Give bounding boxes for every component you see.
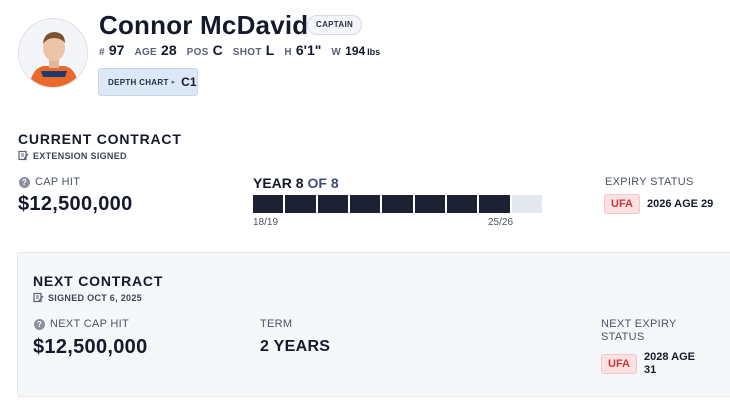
progress-segment	[349, 195, 381, 213]
next-expiry-label-line1: NEXT EXPIRY	[601, 318, 677, 330]
player-avatar	[18, 18, 88, 88]
age-value: 28	[161, 42, 177, 58]
progress-segment	[414, 195, 445, 213]
cap-hit-label-text: CAP HIT	[35, 176, 81, 188]
term-label: TERM	[260, 318, 293, 330]
progress-segment	[317, 195, 348, 213]
cap-hit-value: $12,500,000	[18, 193, 133, 215]
next-expiry-text-line2: 31	[644, 364, 657, 376]
age-label: AGE	[134, 47, 158, 58]
position-label: POS	[186, 47, 209, 58]
ufa-badge: UFA	[604, 194, 640, 214]
question-circle-icon[interactable]: ?	[34, 318, 45, 330]
player-name: Connor McDavid	[99, 10, 309, 40]
next-expiry-label-line2: STATUS	[601, 331, 645, 343]
next-cap-hit-label-text: NEXT CAP HIT	[50, 318, 129, 330]
depth-chart-label: DEPTH CHART	[108, 77, 169, 87]
jersey-number: 97	[108, 42, 125, 58]
contract-progress-bar	[253, 195, 542, 213]
progress-segment	[446, 195, 478, 213]
expiry-status-text: 2026 AGE 29	[647, 197, 714, 210]
year-current: 8	[295, 175, 304, 191]
term-value: 2 YEARS	[260, 338, 331, 355]
cap-hit-label: ? CAP HIT	[19, 176, 80, 188]
signed-document-icon	[18, 150, 29, 161]
end-season-label: 25/26	[488, 217, 514, 228]
next-expiry-text-line1: 2028 AGE	[644, 351, 695, 363]
next-expiry-status-text: 2028 AGE 31	[644, 351, 695, 377]
year-label: YEAR	[253, 175, 292, 191]
depth-chart-value: C1	[181, 75, 197, 89]
signed-date-text: SIGNED OCT 6, 2025	[48, 292, 142, 303]
next-cap-hit-value: $12,500,000	[33, 336, 148, 358]
progress-segment	[511, 195, 542, 213]
current-contract-title: CURRENT CONTRACT	[18, 131, 182, 147]
year-of: OF	[307, 175, 327, 191]
progress-segment	[479, 195, 510, 213]
progress-segment	[253, 195, 284, 213]
shot-label: SHOT	[232, 47, 262, 58]
height-value: 6'1"	[295, 42, 322, 58]
progress-segment	[285, 195, 316, 213]
player-bio-row: # 97 AGE 28 POS C SHOT L H 6'1" W 194 lb…	[99, 42, 380, 58]
weight-label: W	[331, 47, 342, 58]
number-label: #	[99, 47, 105, 58]
ufa-badge: UFA	[601, 354, 637, 374]
contract-year-heading: YEAR 8 OF 8	[253, 175, 339, 191]
shot-value: L	[265, 42, 275, 58]
progress-segment	[382, 195, 413, 213]
signed-date-note: SIGNED OCT 6, 2025	[33, 292, 142, 303]
position-value: C	[212, 42, 223, 58]
next-expiry-status-label: NEXT EXPIRY STATUS	[601, 318, 677, 344]
depth-chart-button[interactable]: DEPTH CHART ▸ C1	[98, 68, 198, 96]
weight-unit: lbs	[367, 47, 381, 57]
expiry-status-label: EXPIRY STATUS	[605, 176, 694, 188]
start-season-label: 18/19	[253, 217, 279, 228]
next-cap-hit-label: ? NEXT CAP HIT	[34, 318, 129, 330]
next-expiry-status-row: UFA 2028 AGE 31	[601, 351, 695, 377]
player-headshot-image	[19, 19, 87, 87]
height-label: H	[284, 47, 292, 58]
expiry-status-row: UFA 2026 AGE 29	[604, 194, 713, 214]
next-contract-title: NEXT CONTRACT	[33, 273, 164, 289]
year-total: 8	[330, 175, 339, 191]
weight-value: 194	[345, 44, 366, 58]
extension-signed-note: EXTENSION SIGNED	[18, 150, 127, 161]
chevron-right-icon: ▸	[171, 79, 176, 86]
extension-signed-text: EXTENSION SIGNED	[33, 150, 127, 161]
captain-badge: CAPTAIN	[307, 15, 363, 35]
signed-document-icon	[33, 292, 44, 303]
question-circle-icon[interactable]: ?	[19, 176, 30, 188]
